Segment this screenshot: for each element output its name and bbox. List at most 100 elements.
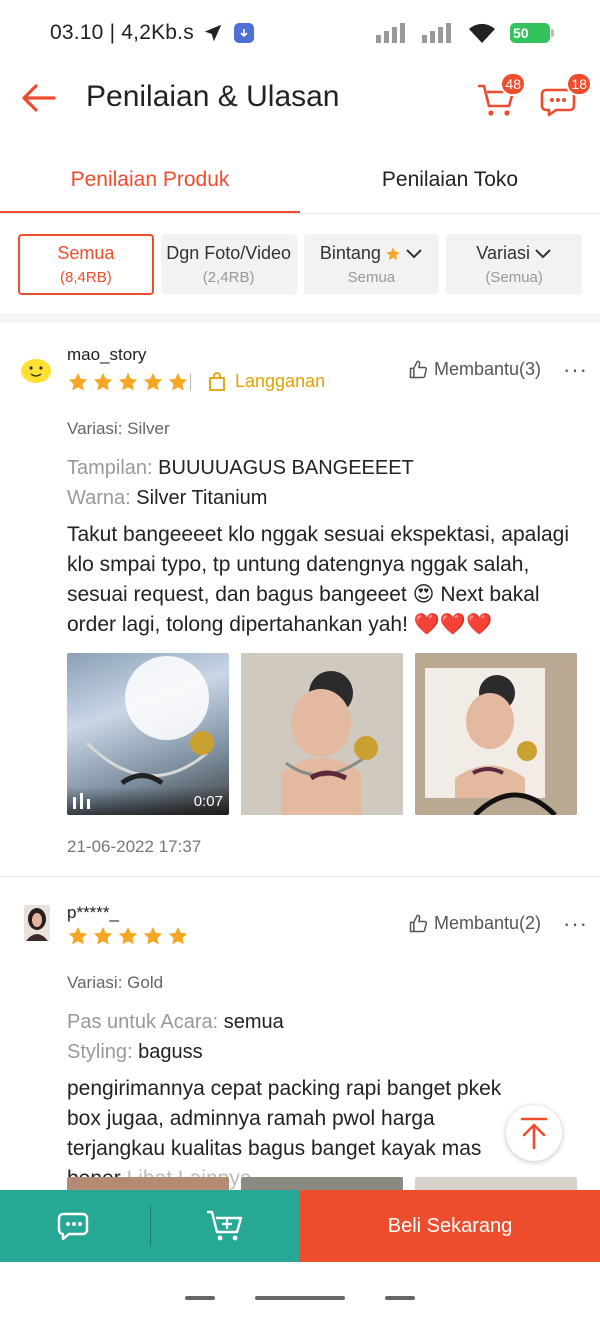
tab-store-rating[interactable]: Penilaian Toko: [300, 146, 600, 214]
tab-divider: [0, 213, 600, 214]
add-to-cart-button[interactable]: [151, 1190, 301, 1262]
review-attribute: Warna: Silver Titanium: [67, 487, 267, 510]
filter-variant-value: (Semua): [485, 269, 543, 286]
review-username: mao_story: [67, 345, 147, 364]
smiley-avatar-icon: [21, 359, 51, 383]
subscription-badge: Langganan: [190, 371, 325, 392]
video-overlay: 0:07: [67, 787, 229, 815]
review-attribute: Pas untuk Acara: semua: [67, 1011, 284, 1034]
star-icon: [143, 926, 163, 945]
filter-stars-label: Bintang: [319, 243, 381, 263]
chat-button[interactable]: 18: [540, 72, 592, 120]
helpful-count: Membantu(3): [434, 359, 542, 379]
attribute-key: Styling:: [67, 1041, 133, 1063]
battery-level: 50: [513, 25, 529, 41]
system-nav-bar: [0, 1262, 600, 1334]
review-photo[interactable]: [415, 653, 577, 815]
review-video-thumbnail[interactable]: 0:07: [67, 653, 229, 815]
nav-back-handle[interactable]: [185, 1296, 215, 1300]
chevron-down-icon: [406, 248, 422, 258]
attribute-value: semua: [223, 1011, 284, 1033]
nav-home-handle[interactable]: [255, 1296, 345, 1300]
filter-with-media-label: Dgn Foto/Video: [166, 243, 291, 263]
wifi-icon: [469, 23, 495, 43]
star-icon: [118, 372, 138, 391]
nav-recent-handle[interactable]: [385, 1296, 415, 1300]
chat-icon: [57, 1212, 88, 1241]
tab-product-rating[interactable]: Penilaian Produk: [0, 146, 300, 214]
necklace-photo: [241, 653, 403, 815]
chat-seller-button[interactable]: [0, 1190, 150, 1262]
avatar[interactable]: [20, 353, 52, 385]
review-photo[interactable]: [241, 1177, 403, 1190]
buy-now-button[interactable]: Beli Sekarang: [300, 1190, 600, 1262]
filter-variant-row: Variasi: [476, 243, 552, 264]
attribute-key: Tampilan:: [67, 457, 153, 479]
filter-all-count: (8,4RB): [60, 269, 112, 286]
review-photo[interactable]: [241, 653, 403, 815]
thumbs-up-icon: [409, 914, 428, 932]
attribute-key: Pas untuk Acara:: [67, 1011, 219, 1033]
star-icon: [93, 926, 113, 945]
filter-chips: Semua (8,4RB) Dgn Foto/Video (2,4RB) Bin…: [18, 234, 582, 295]
avatar[interactable]: [24, 905, 50, 941]
star-icon: [168, 372, 188, 391]
more-options-button[interactable]: ···: [563, 359, 588, 381]
back-button[interactable]: [18, 78, 58, 118]
star-icon: [68, 926, 88, 945]
review-photo[interactable]: [415, 1177, 577, 1190]
review-photo[interactable]: [67, 1177, 229, 1190]
review-text: Takut bangeeeet klo nggak sesuai ekspekt…: [67, 523, 570, 636]
rating-stars: [67, 925, 189, 947]
helpful-button[interactable]: Membantu(3): [408, 359, 541, 380]
add-to-cart-icon: [207, 1210, 243, 1241]
filter-variant[interactable]: Variasi (Semua): [446, 234, 582, 295]
thumbs-up-icon: [409, 360, 428, 378]
app-header: Penilaian & Ulasan 48 18: [0, 66, 600, 130]
rating-stars: [67, 371, 189, 393]
battery-icon: 50: [510, 23, 554, 43]
attribute-key: Warna:: [67, 487, 131, 509]
section-divider: [0, 313, 600, 323]
cart-button[interactable]: 48: [474, 72, 526, 120]
review-text: pengirimannya cepat packing rapi banget …: [67, 1074, 517, 1190]
review-username: p*****_: [67, 903, 119, 922]
tab-bar: Penilaian Produk Penilaian Toko: [0, 146, 600, 214]
filter-stars[interactable]: Bintang Semua: [303, 234, 440, 295]
star-icon: [68, 372, 88, 391]
profile-photo: [26, 908, 48, 941]
arrow-up-icon: [520, 1117, 548, 1150]
filter-all[interactable]: Semua (8,4RB): [18, 234, 154, 295]
filter-with-media[interactable]: Dgn Foto/Video (2,4RB): [160, 234, 297, 295]
review-media: [67, 1177, 577, 1190]
helpful-count: Membantu(2): [434, 913, 542, 933]
review-variant: Variasi: Gold: [67, 973, 164, 992]
filter-all-label: Semua: [57, 243, 115, 263]
review-attribute: Styling: baguss: [67, 1041, 203, 1064]
bottom-action-bar: Beli Sekarang: [0, 1190, 600, 1262]
star-icon: [143, 372, 163, 391]
shopping-bag-icon: [209, 371, 225, 391]
filter-stars-row: Bintang: [320, 243, 423, 264]
star-icon: [93, 372, 113, 391]
status-bar: 03.10 | 4,2Kb.s 50: [0, 0, 600, 66]
review-attribute: Tampilan: BUUUUAGUS BANGEEEET: [67, 457, 414, 480]
filter-with-media-count: (2,4RB): [202, 269, 255, 286]
attribute-value: BUUUUAGUS BANGEEEET: [158, 457, 414, 479]
badge-divider: [190, 372, 191, 391]
cart-badge: 48: [500, 72, 526, 96]
more-options-button[interactable]: ···: [563, 913, 588, 935]
status-time: 03.10 | 4,2Kb.s: [50, 21, 194, 44]
scroll-to-top-button[interactable]: [506, 1105, 562, 1161]
download-notification-icon: [233, 23, 254, 43]
signal-icon-2: [422, 23, 451, 43]
attribute-value: baguss: [138, 1041, 203, 1063]
star-icon: [118, 926, 138, 945]
video-bars-icon: [73, 793, 90, 809]
bottom-left-actions: [0, 1190, 300, 1262]
video-duration: 0:07: [193, 792, 223, 810]
chevron-down-icon: [535, 248, 551, 258]
helpful-button[interactable]: Membantu(2): [408, 913, 541, 934]
filter-stars-value: Semua: [347, 269, 396, 286]
location-arrow-icon: [204, 24, 222, 42]
